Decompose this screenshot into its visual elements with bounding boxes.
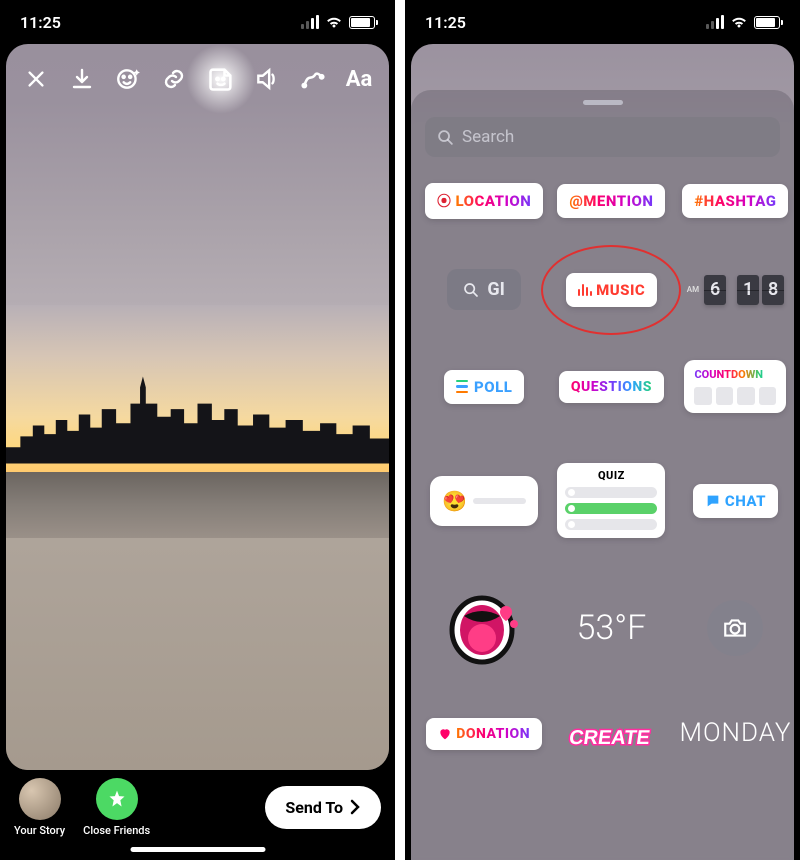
countdown-sticker[interactable]: COUNTDOWN: [684, 360, 786, 413]
cellular-icon: [301, 15, 319, 29]
chat-sticker[interactable]: CHAT: [693, 484, 778, 518]
link-icon[interactable]: [154, 59, 194, 99]
wifi-icon: [730, 13, 748, 32]
slider-track: [473, 498, 526, 504]
clock-ampm: AM: [687, 285, 699, 294]
photo-lower: [6, 538, 389, 770]
countdown-label: COUNTDOWN: [694, 368, 776, 381]
mention-label: @MENTION: [569, 192, 653, 210]
pin-icon: ⦿: [437, 191, 452, 211]
your-story-label: Your Story: [14, 824, 65, 837]
send-to-label: Send To: [285, 798, 343, 817]
chat-label: CHAT: [725, 492, 766, 510]
send-to-button[interactable]: Send To: [265, 786, 381, 829]
music-bars-icon: [578, 284, 593, 296]
poll-icon: [456, 380, 468, 394]
questions-label: QUESTIONS: [571, 379, 652, 395]
weather-sticker[interactable]: 53°F: [577, 608, 647, 648]
location-sticker[interactable]: ⦿LOCATION: [425, 183, 543, 219]
story-toolbar: Aa: [6, 54, 389, 104]
status-bar: 11:25: [405, 0, 800, 44]
quiz-option: [565, 503, 657, 514]
close-friends-label: Close Friends: [83, 824, 150, 837]
music-label: MUSIC: [596, 281, 645, 299]
your-story-button[interactable]: Your Story: [14, 778, 65, 837]
quiz-sticker[interactable]: QUIZ: [557, 463, 665, 538]
sticker-grid: ⦿LOCATION @MENTION #HASHTAG GI MUSIC: [411, 173, 794, 758]
status-time: 11:25: [20, 13, 61, 32]
temperature-label: 53°F: [577, 608, 647, 648]
chevron-right-icon: [349, 799, 361, 815]
sound-icon[interactable]: [247, 59, 287, 99]
chat-bubble-icon: [705, 493, 721, 509]
photo-water: [6, 472, 389, 537]
selfie-sticker[interactable]: [444, 588, 524, 668]
home-indicator[interactable]: [130, 847, 265, 852]
hashtag-label: #HASHTAG: [694, 192, 776, 210]
avatar: [19, 778, 61, 820]
poll-label: POLL: [474, 378, 512, 396]
battery-icon: [754, 16, 780, 29]
mention-sticker[interactable]: @MENTION: [557, 184, 665, 218]
clock-digit: 8: [762, 275, 784, 305]
quiz-option: [565, 487, 657, 498]
gif-sticker[interactable]: GI: [447, 269, 521, 310]
story-bottom-row: Your Story Close Friends Send To: [0, 774, 395, 840]
heart-icon: [438, 727, 452, 741]
quiz-option: [565, 519, 657, 530]
story-canvas[interactable]: Aa: [6, 44, 389, 770]
create-sticker[interactable]: CREATE: [566, 718, 656, 758]
mouth-icon: [444, 588, 524, 668]
battery-icon: [349, 16, 375, 29]
poll-sticker[interactable]: POLL: [444, 370, 524, 404]
status-indicators: [706, 13, 780, 32]
story-editor-screen: 11:25: [0, 0, 395, 860]
questions-sticker[interactable]: QUESTIONS: [559, 371, 664, 403]
sticker-sheet[interactable]: Search ⦿LOCATION @MENTION #HASHTAG GI: [411, 90, 794, 860]
heart-eyes-emoji-icon: 😍: [442, 489, 467, 513]
day-sticker[interactable]: MONDAY: [679, 718, 791, 748]
camera-sticker[interactable]: [707, 600, 763, 656]
create-graphic-icon: CREATE: [566, 718, 656, 758]
clock-digit: 6: [704, 275, 726, 305]
music-sticker[interactable]: MUSIC: [566, 273, 658, 307]
text-icon[interactable]: Aa: [339, 59, 379, 99]
cellular-icon: [706, 15, 724, 29]
camera-icon: [722, 615, 748, 641]
donation-label: DONATION: [456, 726, 530, 742]
location-label: LOCATION: [456, 192, 532, 210]
status-indicators: [301, 13, 375, 32]
status-bar: 11:25: [0, 0, 395, 44]
day-label: MONDAY: [679, 718, 791, 748]
sticker-icon[interactable]: [201, 59, 241, 99]
sheet-grabber[interactable]: [583, 100, 623, 105]
effects-icon[interactable]: [293, 59, 333, 99]
time-sticker[interactable]: AM 6 1 8: [687, 275, 784, 305]
search-placeholder: Search: [462, 127, 514, 147]
download-icon[interactable]: [62, 59, 102, 99]
countdown-placeholder: [694, 387, 776, 405]
search-input[interactable]: Search: [425, 117, 780, 157]
donation-sticker[interactable]: DONATION: [426, 718, 542, 750]
face-filter-icon[interactable]: [108, 59, 148, 99]
search-icon: [437, 129, 454, 146]
emoji-slider-sticker[interactable]: 😍: [430, 476, 538, 526]
status-time: 11:25: [425, 13, 466, 32]
close-friends-button[interactable]: Close Friends: [83, 778, 150, 837]
sticker-picker-screen: 11:25 Search ⦿LOCATION @MENTION #HASHTAG: [405, 0, 800, 860]
svg-text:CREATE: CREATE: [568, 727, 652, 749]
hashtag-sticker[interactable]: #HASHTAG: [682, 184, 788, 218]
quiz-label: QUIZ: [565, 469, 657, 482]
close-icon[interactable]: [16, 59, 56, 99]
star-icon: [96, 778, 138, 820]
gif-label: GI: [487, 279, 505, 300]
clock-digit: 1: [737, 275, 759, 305]
wifi-icon: [325, 13, 343, 32]
search-icon: [463, 282, 479, 298]
